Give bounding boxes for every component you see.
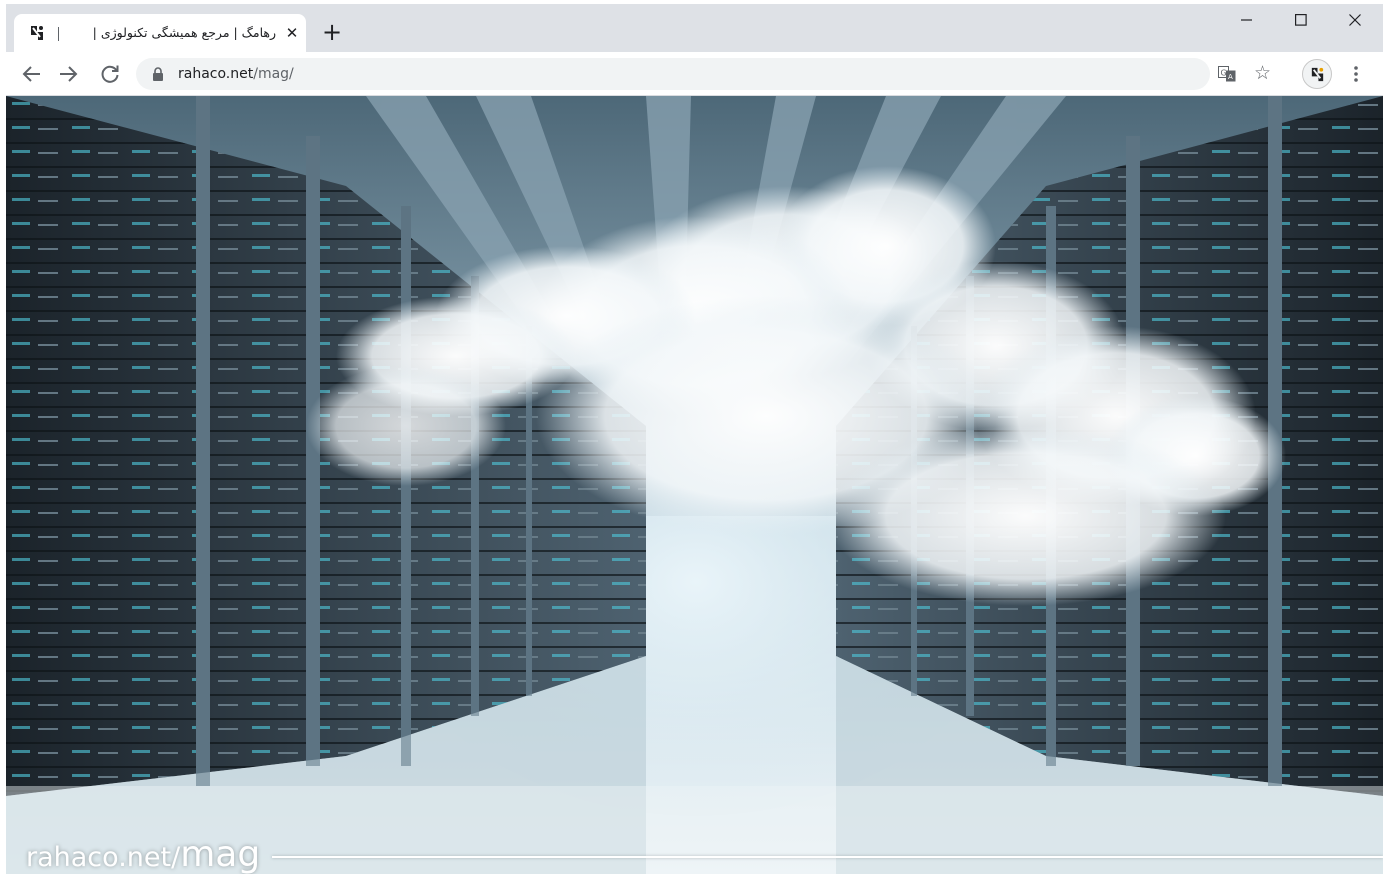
- site-watermark: rahaco.net/mag: [26, 834, 260, 874]
- tab-title-separator: [58, 27, 59, 41]
- maximize-icon: [1295, 14, 1307, 26]
- watermark-domain: rahaco.net/: [26, 842, 181, 873]
- more-vert-icon[interactable]: [1346, 64, 1366, 84]
- window-close-button[interactable]: [1331, 4, 1377, 36]
- rahaco-logo-icon: [31, 26, 43, 40]
- arrow-left-icon[interactable]: [20, 62, 44, 86]
- tab-strip: رهامگ | مرجع همیشگی تکنولوژی | ✕ +: [6, 4, 1383, 52]
- svg-text:A: A: [1228, 73, 1233, 81]
- tab-rahamag[interactable]: رهامگ | مرجع همیشگی تکنولوژی | ✕: [14, 14, 306, 52]
- url-host: rahaco.net: [178, 66, 254, 82]
- close-icon: [1349, 14, 1361, 26]
- arrow-right-icon[interactable]: [56, 62, 80, 86]
- rahaco-logo-icon: [1311, 67, 1324, 82]
- address-bar[interactable]: rahaco.net/mag/ G A ☆: [136, 58, 1271, 90]
- browser-toolbar: rahaco.net/mag/ G A ☆: [6, 52, 1383, 96]
- page-content: rahaco.net/mag: [6, 96, 1383, 874]
- watermark-divider: [272, 856, 1383, 858]
- server-room-cloud-photo: [6, 96, 1383, 874]
- star-icon[interactable]: ☆: [1254, 63, 1274, 83]
- minimize-icon: [1241, 19, 1252, 21]
- profile-avatar[interactable]: [1302, 59, 1332, 89]
- maximize-button[interactable]: [1277, 4, 1323, 36]
- watermark-section: mag: [180, 834, 261, 874]
- tab-title: رهامگ | مرجع همیشگی تکنولوژی |: [92, 25, 276, 40]
- lock-icon[interactable]: [152, 67, 164, 81]
- reload-icon[interactable]: [98, 62, 122, 86]
- minimize-button[interactable]: [1223, 4, 1269, 36]
- browser-window: رهامگ | مرجع همیشگی تکنولوژی | ✕ + rahac…: [6, 4, 1383, 874]
- url-path: /mag/: [253, 66, 294, 82]
- url-text[interactable]: rahaco.net/mag/: [178, 65, 294, 83]
- plus-icon[interactable]: +: [320, 20, 344, 44]
- close-icon[interactable]: ✕: [284, 25, 300, 41]
- svg-text:G: G: [1221, 69, 1227, 78]
- translate-icon[interactable]: G A: [1218, 66, 1236, 82]
